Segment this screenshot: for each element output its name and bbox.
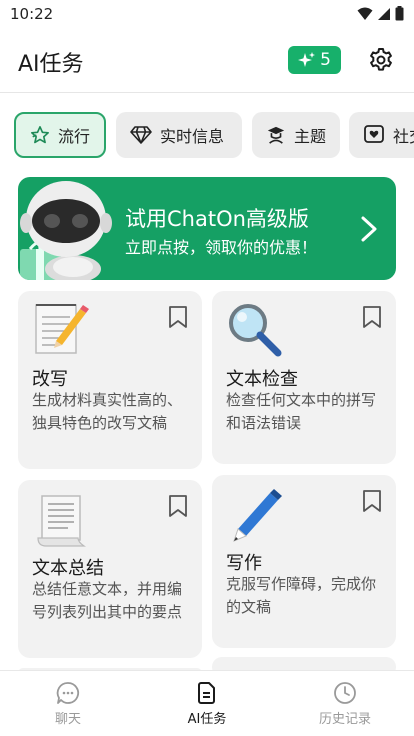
card-title: 文本总结 (32, 558, 104, 579)
promo-title: 试用ChatOn高级版 (125, 207, 309, 231)
task-card-text-summary[interactable]: 文本总结 总结任意文本，并用编号列表列出其中的要点 (18, 480, 202, 658)
gear-icon (370, 48, 392, 71)
card-description: 总结任意文本，并用编号列表列出其中的要点 (32, 580, 183, 621)
task-card-rewrite[interactable]: 改写 生成材料真实性高的、独具特色的改写文稿 (18, 291, 202, 469)
app-header: AI任务 5 (0, 36, 414, 86)
notepad-pencil-icon (35, 304, 89, 354)
chip-label: 主题 (293, 127, 326, 146)
clock-icon (334, 682, 356, 704)
battery-icon (395, 6, 404, 21)
heart-chat-icon (364, 125, 384, 143)
page-title: AI任务 (18, 52, 84, 77)
bookmark-icon[interactable] (362, 489, 382, 513)
card-title: 文本检查 (226, 369, 298, 390)
graduate-icon (267, 126, 285, 144)
signal-icon (378, 7, 390, 20)
chat-icon (56, 682, 80, 704)
premium-promo-banner[interactable]: 试用ChatOn高级版 立即点按，领取你的优惠！ (18, 177, 396, 280)
nav-chat[interactable]: 聊天 (18, 681, 118, 731)
chip-realtime-info[interactable]: 实时信息 (116, 112, 242, 158)
nav-label: AI任务 (187, 712, 227, 727)
chevron-right-icon (361, 216, 377, 242)
status-bar: 10:22 (0, 0, 414, 30)
nav-ai-tasks[interactable]: AI任务 (157, 681, 257, 731)
document-scroll-icon (37, 495, 86, 547)
task-card-text-check[interactable]: 文本检查 检查任何文本中的拼写和语法错误 (212, 291, 396, 464)
promo-subtitle: 立即点按，领取你的优惠！ (125, 238, 318, 257)
status-time: 10:22 (10, 5, 54, 23)
chip-label: 实时信息 (160, 127, 225, 146)
document-icon (198, 682, 215, 704)
bottom-nav: 聊天 AI任务 历史记录 (0, 670, 414, 736)
bookmark-icon[interactable] (362, 305, 382, 329)
settings-button[interactable] (366, 45, 396, 75)
card-description: 生成材料真实性高的、独具特色的改写文稿 (32, 391, 183, 432)
bookmark-icon[interactable] (168, 494, 188, 518)
credits-badge[interactable]: 5 (288, 46, 341, 74)
chip-label: 社交 (392, 127, 414, 146)
category-chips: 流行 实时信息 主题 社交 (14, 112, 414, 158)
wifi-icon (357, 7, 373, 20)
card-description: 克服写作障碍，完成你的文稿 (226, 575, 377, 616)
credits-count: 5 (320, 50, 331, 70)
sparkle-icon (298, 52, 316, 67)
chip-social[interactable]: 社交 (349, 112, 414, 158)
chip-popular[interactable]: 流行 (14, 112, 106, 158)
nav-history[interactable]: 历史记录 (295, 681, 395, 731)
header-divider (0, 92, 414, 93)
card-title: 写作 (226, 553, 262, 574)
nav-label: 聊天 (54, 712, 81, 727)
status-icons (357, 6, 404, 21)
magnifier-icon (229, 304, 282, 357)
diamond-icon (130, 126, 152, 144)
chip-topics[interactable]: 主题 (252, 112, 340, 158)
card-title: 改写 (32, 369, 68, 390)
task-card-writing[interactable]: 写作 克服写作障碍，完成你的文稿 (212, 475, 396, 648)
nav-label: 历史记录 (318, 712, 371, 727)
chip-label: 流行 (57, 127, 90, 146)
star-icon (30, 126, 49, 144)
bookmark-icon[interactable] (168, 305, 188, 329)
pen-icon (233, 489, 282, 542)
robot-mascot-icon (20, 181, 112, 280)
card-description: 检查任何文本中的拼写和语法错误 (226, 391, 377, 432)
